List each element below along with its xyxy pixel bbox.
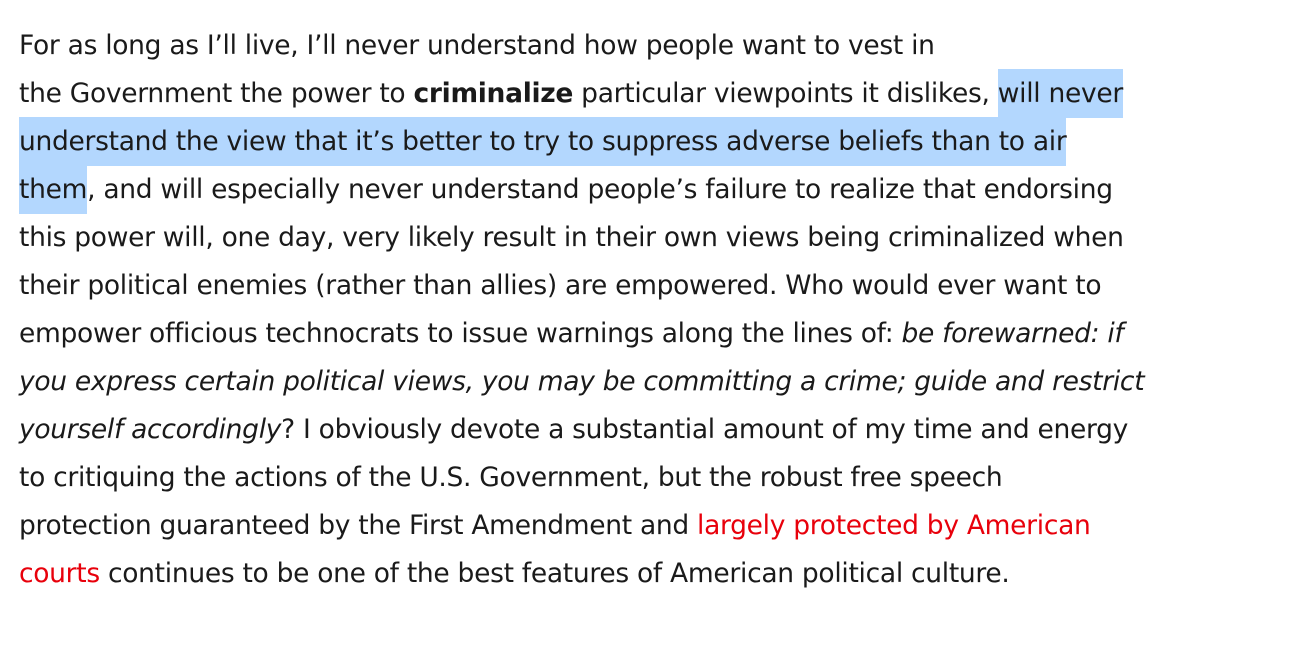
text-line-1: For as long as I’ll live, I’ll never und…: [19, 22, 1294, 70]
text-segment: For as long as I’ll live, I’ll never und…: [19, 30, 935, 61]
text-segment: protection guaranteed by the First Amend…: [19, 510, 698, 541]
text-segment: ? I obviously devote a substantial amoun…: [281, 414, 1129, 445]
text-segment: continues to be one of the best features…: [99, 558, 1010, 589]
text-line-6: their political enemies (rather than all…: [19, 262, 1294, 310]
text-segment: particular viewpoints it dislikes,: [573, 78, 998, 109]
article-paragraph: For as long as I’ll live, I’ll never und…: [19, 22, 1294, 598]
courts-link[interactable]: courts: [19, 558, 100, 589]
text-segment: empower officious technocrats to issue w…: [19, 318, 902, 349]
text-line-9: yourself accordingly? I obviously devote…: [19, 406, 1294, 454]
text-line-4: them, and will especially never understa…: [19, 165, 1294, 214]
text-segment: the Government the power to: [19, 78, 414, 109]
text-line-2: the Government the power to criminalize …: [19, 69, 1294, 118]
text-segment: , and will especially never understand p…: [87, 174, 1113, 205]
selected-text[interactable]: them: [19, 165, 87, 214]
selected-text[interactable]: understand the view that it’s better to …: [19, 117, 1067, 166]
courts-link[interactable]: largely protected by American: [697, 510, 1091, 541]
italic-quote: be forewarned: if: [901, 318, 1124, 349]
text-line-3: understand the view that it’s better to …: [19, 117, 1294, 166]
selected-text[interactable]: will never: [997, 69, 1123, 118]
text-line-11: protection guaranteed by the First Amend…: [19, 502, 1294, 550]
text-line-10: to critiquing the actions of the U.S. Go…: [19, 454, 1294, 502]
text-segment: this power will, one day, very likely re…: [19, 222, 1124, 253]
text-segment: their political enemies (rather than all…: [19, 270, 1102, 301]
text-segment: to critiquing the actions of the U.S. Go…: [19, 462, 1003, 493]
text-line-5: this power will, one day, very likely re…: [19, 214, 1294, 262]
text-line-12: courts continues to be one of the best f…: [19, 550, 1294, 598]
italic-quote: you express certain political views, you…: [19, 366, 1145, 397]
text-line-7: empower officious technocrats to issue w…: [19, 310, 1294, 358]
text-line-8: you express certain political views, you…: [19, 358, 1294, 406]
italic-quote: yourself accordingly: [19, 414, 282, 445]
bold-term-criminalize: criminalize: [413, 78, 574, 109]
